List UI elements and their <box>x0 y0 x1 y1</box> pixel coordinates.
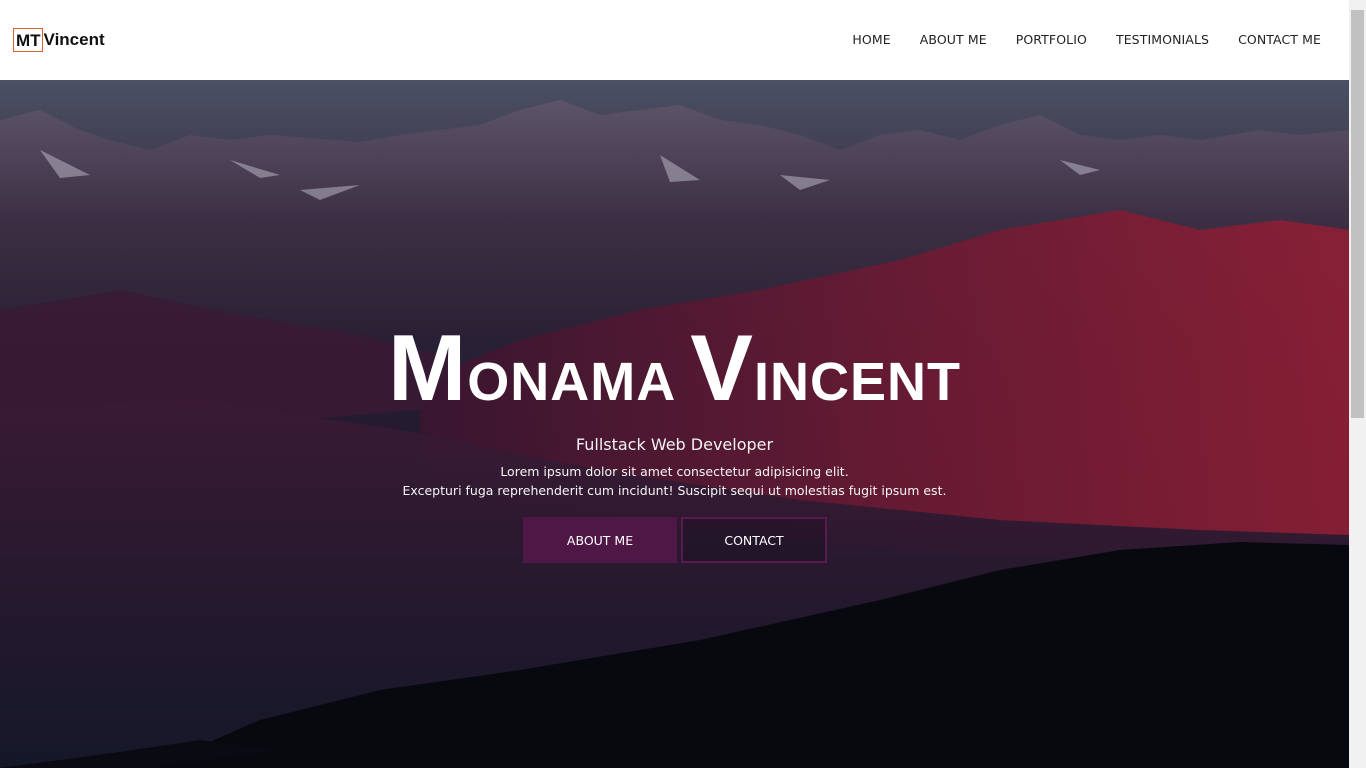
hero-title-initial-first: M <box>387 315 468 420</box>
hero-section: MONAMA VINCENT Fullstack Web Developer L… <box>0 80 1349 768</box>
hero-buttons: ABOUT ME CONTACT <box>0 517 1349 563</box>
hero-description: Lorem ipsum dolor sit amet consectetur a… <box>0 462 1349 500</box>
hero-subtitle: Fullstack Web Developer <box>575 435 774 454</box>
hero-description-line-1: Lorem ipsum dolor sit amet consectetur a… <box>500 464 849 479</box>
brand-logo-boxed: MT <box>13 28 43 52</box>
hero-content: MONAMA VINCENT Fullstack Web Developer L… <box>0 321 1349 563</box>
hero-title: MONAMA VINCENT <box>0 321 1349 424</box>
hero-title-initial-last: V <box>690 315 754 420</box>
about-me-button[interactable]: ABOUT ME <box>523 517 677 563</box>
nav-link-testimonials[interactable]: TESTIMONIALS <box>1101 30 1223 50</box>
nav-link-contact-me[interactable]: CONTACT ME <box>1224 30 1321 50</box>
brand-logo-name: Vincent <box>43 30 105 49</box>
nav-link-home[interactable]: HOME <box>838 30 905 50</box>
scrollbar-thumb[interactable] <box>1351 10 1364 418</box>
nav-link-portfolio[interactable]: PORTFOLIO <box>1001 30 1101 50</box>
hero-description-line-2: Excepturi fuga reprehenderit cum incidun… <box>402 483 947 498</box>
page-scrollbar[interactable] <box>1349 0 1366 768</box>
contact-button[interactable]: CONTACT <box>681 517 827 563</box>
hero-title-last-name: INCENT <box>754 352 961 412</box>
hero-title-first-name: ONAMA <box>467 352 675 412</box>
nav-menu: HOME ABOUT ME PORTFOLIO TESTIMONIALS CON… <box>838 30 1321 50</box>
nav-link-about-me[interactable]: ABOUT ME <box>905 30 1001 50</box>
brand-logo[interactable]: MT Vincent <box>13 28 105 52</box>
navbar: MT Vincent HOME ABOUT ME PORTFOLIO TESTI… <box>0 0 1349 80</box>
